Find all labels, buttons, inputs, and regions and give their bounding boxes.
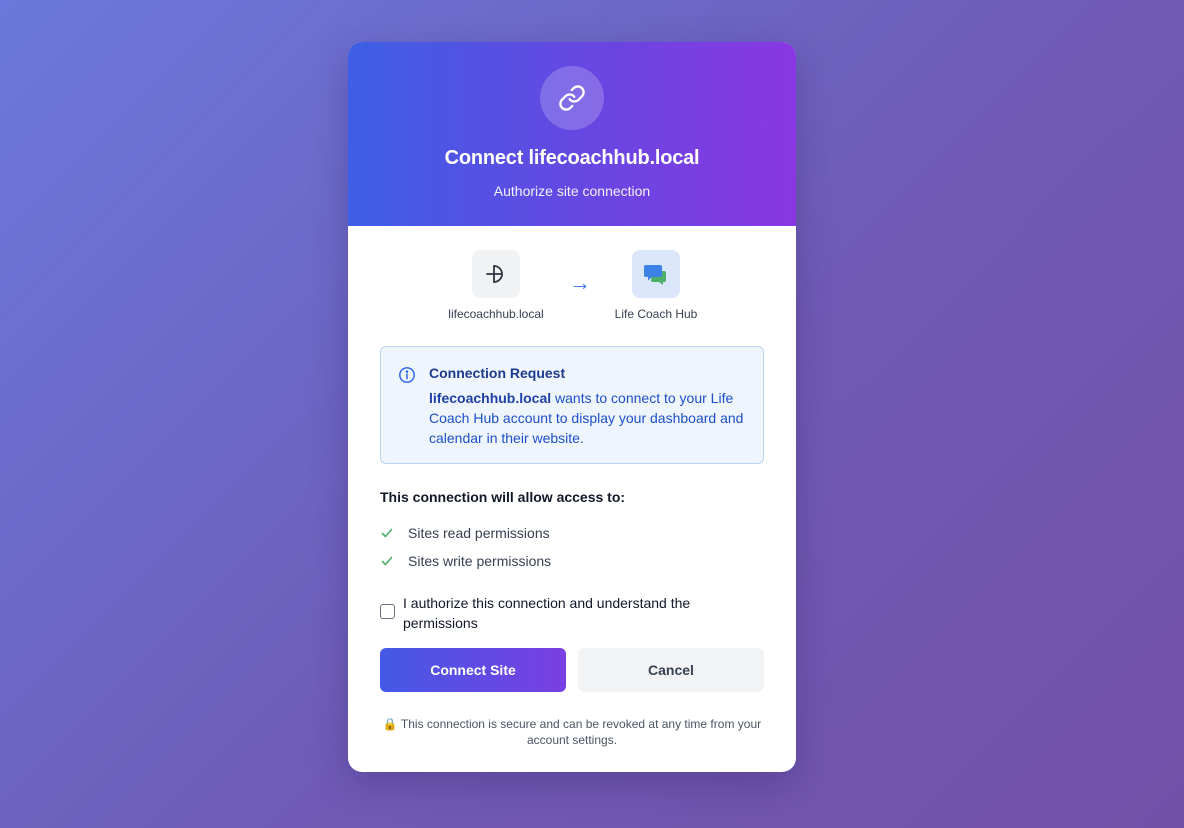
source-site-label: lifecoachhub.local	[448, 307, 544, 321]
security-note-text: This connection is secure and can be rev…	[397, 717, 762, 747]
source-site: lifecoachhub.local	[441, 250, 551, 321]
link-icon	[540, 66, 604, 130]
lock-icon: 🔒	[382, 717, 398, 731]
permission-label: Sites write permissions	[408, 553, 552, 569]
target-service: Life Coach Hub	[606, 250, 706, 321]
check-icon	[381, 528, 393, 538]
connection-dialog: Connect lifecoachhub.local Authorize sit…	[348, 42, 796, 772]
notice-site-name: lifecoachhub.local	[429, 390, 552, 406]
wordpress-plugin-icon	[472, 250, 520, 298]
connection-flow: lifecoachhub.local → Life Coach Hub	[348, 250, 796, 330]
arrow-right-icon: →	[569, 270, 591, 295]
permissions-list: Sites read permissions Sites write permi…	[380, 519, 551, 575]
info-icon	[399, 367, 415, 383]
dialog-title: Connect lifecoachhub.local	[444, 147, 700, 169]
authorize-checkbox[interactable]	[380, 604, 395, 619]
security-note: 🔒 This connection is secure and can be r…	[380, 716, 764, 748]
notice-message: lifecoachhub.local wants to connect to y…	[429, 388, 749, 448]
chat-bubbles-icon	[632, 250, 680, 298]
connect-site-button[interactable]: Connect Site	[380, 648, 566, 692]
permissions-heading: This connection will allow access to:	[380, 489, 626, 505]
authorize-label[interactable]: I authorize this connection and understa…	[403, 593, 743, 633]
dialog-header: Connect lifecoachhub.local Authorize sit…	[348, 42, 796, 226]
connection-request-notice: Connection Request lifecoachhub.local wa…	[380, 346, 764, 464]
permission-label: Sites read permissions	[408, 525, 550, 541]
check-icon	[381, 556, 393, 566]
notice-title: Connection Request	[429, 365, 566, 381]
authorize-consent[interactable]: I authorize this connection and understa…	[380, 593, 770, 633]
permission-item: Sites write permissions	[380, 547, 551, 575]
target-service-label: Life Coach Hub	[614, 307, 698, 321]
permission-item: Sites read permissions	[380, 519, 551, 547]
dialog-subtitle: Authorize site connection	[493, 183, 651, 199]
cancel-button[interactable]: Cancel	[578, 648, 764, 692]
